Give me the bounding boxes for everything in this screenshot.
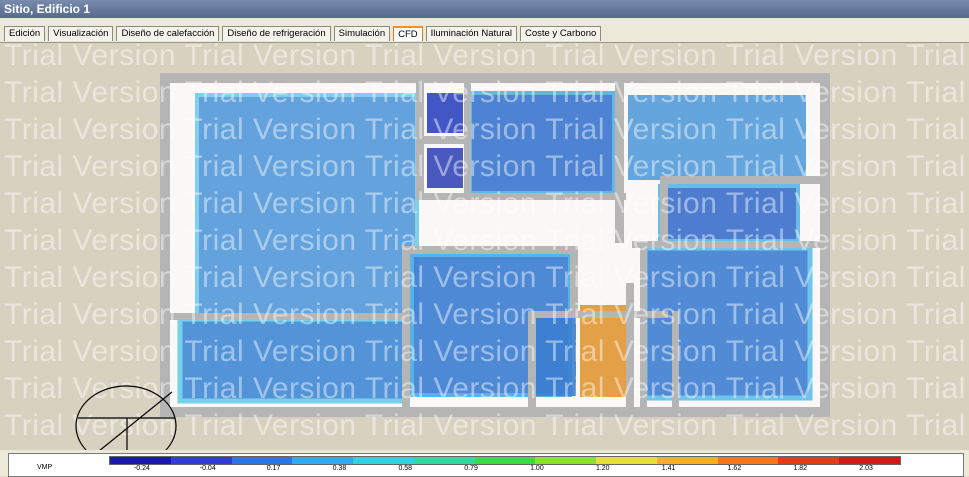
color-scale-ticks: -0.24 -0.04 0.17 0.38 0.58 0.79 1.00 1.20 1.41 1.… [109,465,899,474]
tab-simulacion[interactable]: Simulación [333,26,391,41]
color-scale-tick-label: 1.41 [661,465,676,472]
color-scale-segment [353,457,414,464]
color-scale-tick-label: 1.82 [793,465,808,472]
color-scale-segment [474,457,536,464]
color-scale-segment [413,457,475,464]
color-scale-tick-label: -0.24 [133,465,150,472]
color-scale-segment [656,457,718,464]
tab-diseno-refrigeracion[interactable]: Diseño de refrigeración [222,26,331,41]
tab-bar: Edición Visualización Diseño de calefacc… [0,18,969,43]
window-title: Sitio, Edificio 1 [4,2,91,16]
room-small-mid [427,148,463,188]
color-scale-segment [292,457,354,464]
tab-list: Edición Visualización Diseño de calefacc… [4,26,604,41]
room-right-mid [660,186,798,241]
room-top-center [470,93,614,193]
color-scale-segment [110,457,171,464]
color-scale-tick-label: 0.79 [464,465,478,472]
window-titlebar: Sitio, Edificio 1 [0,0,969,18]
legend-metric-label: VMP [37,464,53,471]
tab-cfd[interactable]: CFD [393,26,423,41]
tab-edicion[interactable]: Edición [4,26,46,41]
room-bottom-left [180,319,405,401]
color-scale-tick-label: 0.58 [398,465,413,472]
cfd-viewport[interactable]: Trial Version Trial Version Trial Versio… [0,43,969,450]
color-scale-bar [109,456,901,465]
color-scale-segment [839,457,900,464]
tab-coste-carbono[interactable]: Coste y Carbono [519,26,602,41]
color-scale-tick-label: 0.17 [266,465,281,472]
color-scale-segment [717,457,779,464]
color-scale-tick-label: 0.38 [332,465,347,472]
color-scale-tick-label: -0.04 [199,465,216,472]
color-scale-segment [231,457,293,464]
room-large-left [197,95,417,317]
color-scale-segment [535,457,597,464]
color-scale-segment [778,457,840,464]
color-scale-tick-label: 2.03 [859,465,873,472]
room-corridor [536,318,576,396]
color-scale-segment [596,457,657,464]
color-scale-tick-label: 1.62 [727,465,742,472]
compass-north-arrow-icon[interactable] [70,378,186,450]
room-orange [580,305,626,397]
room-small-top [427,93,463,133]
color-scale-tick-label: 1.20 [595,465,610,472]
legend-box: VMP -0.24 -0.04 0.17 0.38 0.58 0.79 1.00 1.20 1.… [8,453,964,477]
room-bottom-right [645,248,810,398]
tab-diseno-calefaccion[interactable]: Diseño de calefacción [116,26,220,41]
tab-iluminacion-natural[interactable]: Iluminación Natural [425,26,517,41]
color-scale-segment [170,457,232,464]
room-top-right [628,95,806,180]
tab-visualizacion[interactable]: Visualización [48,26,114,41]
color-scale-tick-label: 1.00 [530,465,544,472]
vmp-legend: VMP -0.24 -0.04 0.17 0.38 0.58 0.79 1.00 1.20 1.… [0,450,969,477]
